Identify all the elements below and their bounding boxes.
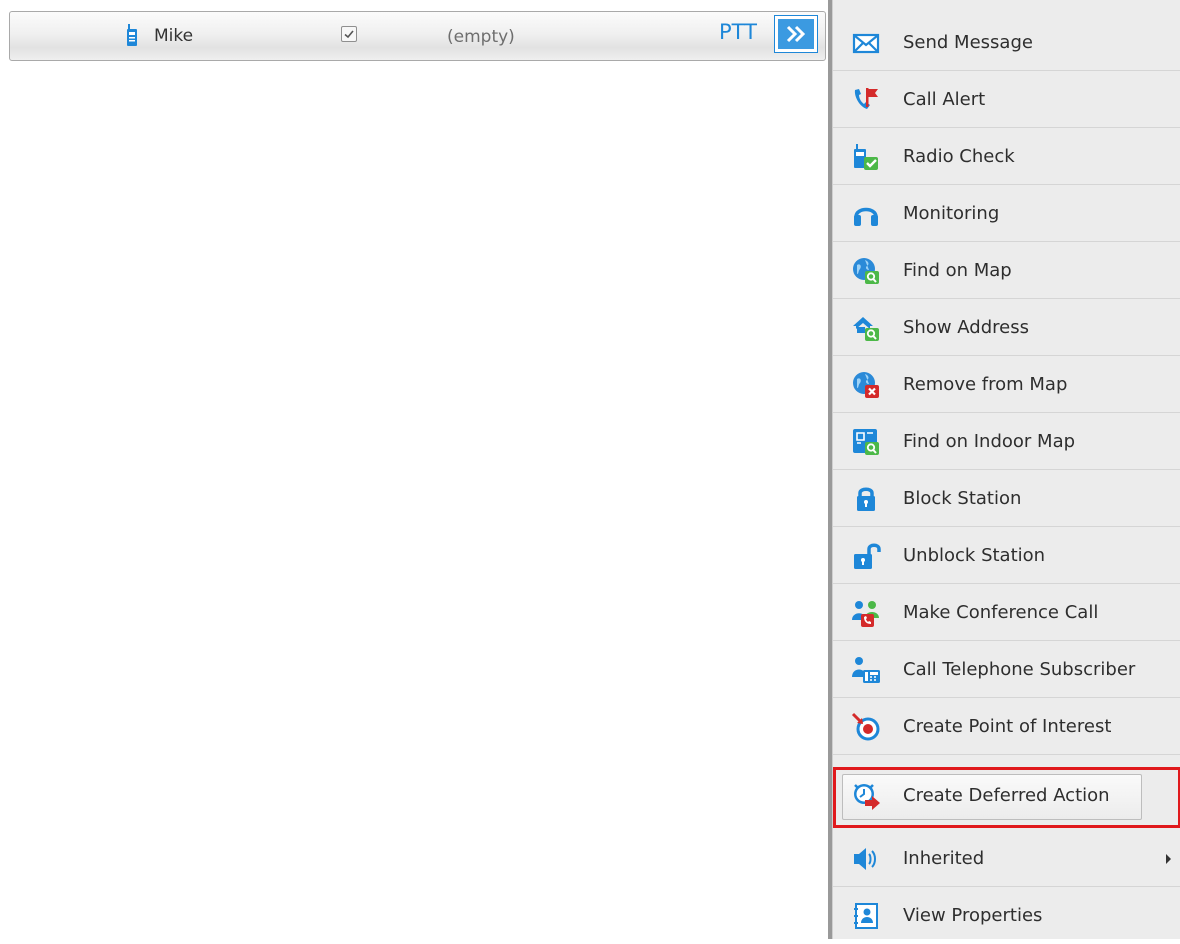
- menu-item-create-deferred-action[interactable]: Create Deferred Action: [833, 767, 1180, 828]
- phone-alert-icon: [851, 85, 881, 115]
- menu-item-label: Block Station: [903, 488, 1022, 509]
- house-search-icon: [851, 313, 881, 343]
- radio-status: (empty): [447, 27, 515, 47]
- menu-item-inherited[interactable]: Inherited: [833, 830, 1180, 887]
- double-chevron-right-icon: [786, 25, 806, 43]
- menu-item-label: Call Telephone Subscriber: [903, 659, 1136, 680]
- menu-item-label: Remove from Map: [903, 374, 1068, 395]
- radio-device-icon: [125, 24, 139, 48]
- menu-item-find-on-indoor-map[interactable]: Find on Indoor Map: [833, 413, 1180, 470]
- conference-call-icon: [851, 598, 881, 628]
- menu-item-label: Send Message: [903, 32, 1033, 53]
- context-menu: Send Message Call Alert Radio Check Moni…: [832, 0, 1180, 939]
- envelope-icon: [851, 28, 881, 58]
- menu-item-view-properties[interactable]: View Properties: [833, 887, 1180, 944]
- menu-item-label: Radio Check: [903, 146, 1015, 167]
- menu-item-show-address[interactable]: Show Address: [833, 299, 1180, 356]
- menu-item-remove-from-map[interactable]: Remove from Map: [833, 356, 1180, 413]
- telephone-subscriber-icon: [851, 655, 881, 685]
- menu-item-make-conference-call[interactable]: Make Conference Call: [833, 584, 1180, 641]
- radio-checkbox[interactable]: [341, 26, 357, 42]
- contact-card-icon: [851, 901, 881, 931]
- more-actions-button[interactable]: [774, 15, 818, 53]
- floorplan-search-icon: [851, 427, 881, 457]
- radio-name: Mike: [154, 26, 194, 46]
- menu-item-create-point-of-interest[interactable]: Create Point of Interest: [833, 698, 1180, 755]
- menu-item-label: Create Deferred Action: [903, 785, 1110, 806]
- ptt-button[interactable]: PTT: [719, 20, 757, 44]
- menu-item-label: View Properties: [903, 905, 1043, 926]
- headphones-icon: [851, 199, 881, 229]
- menu-item-label: Call Alert: [903, 89, 986, 110]
- deferred-action-icon: [851, 781, 881, 811]
- speaker-icon: [851, 844, 881, 874]
- menu-item-send-message[interactable]: Send Message: [833, 14, 1180, 71]
- menu-item-block-station[interactable]: Block Station: [833, 470, 1180, 527]
- radio-row[interactable]: Mike (empty) PTT: [9, 11, 826, 61]
- lock-closed-icon: [851, 484, 881, 514]
- submenu-arrow-icon: [1166, 854, 1171, 864]
- menu-item-call-alert[interactable]: Call Alert: [833, 71, 1180, 128]
- menu-item-label: Unblock Station: [903, 545, 1046, 566]
- menu-item-find-on-map[interactable]: Find on Map: [833, 242, 1180, 299]
- menu-item-radio-check[interactable]: Radio Check: [833, 128, 1180, 185]
- menu-item-label: Inherited: [903, 848, 985, 869]
- globe-search-icon: [851, 256, 881, 286]
- menu-item-label: Make Conference Call: [903, 602, 1099, 623]
- lock-open-icon: [851, 541, 881, 571]
- menu-item-label: Show Address: [903, 317, 1029, 338]
- point-of-interest-icon: [851, 712, 881, 742]
- menu-item-unblock-station[interactable]: Unblock Station: [833, 527, 1180, 584]
- radio-check-icon: [851, 142, 881, 172]
- menu-item-call-telephone-subscriber[interactable]: Call Telephone Subscriber: [833, 641, 1180, 698]
- menu-item-monitoring[interactable]: Monitoring: [833, 185, 1180, 242]
- globe-remove-icon: [851, 370, 881, 400]
- menu-item-label: Create Point of Interest: [903, 716, 1112, 737]
- menu-item-label: Find on Indoor Map: [903, 431, 1076, 452]
- menu-item-label: Find on Map: [903, 260, 1012, 281]
- menu-item-label: Monitoring: [903, 203, 1000, 224]
